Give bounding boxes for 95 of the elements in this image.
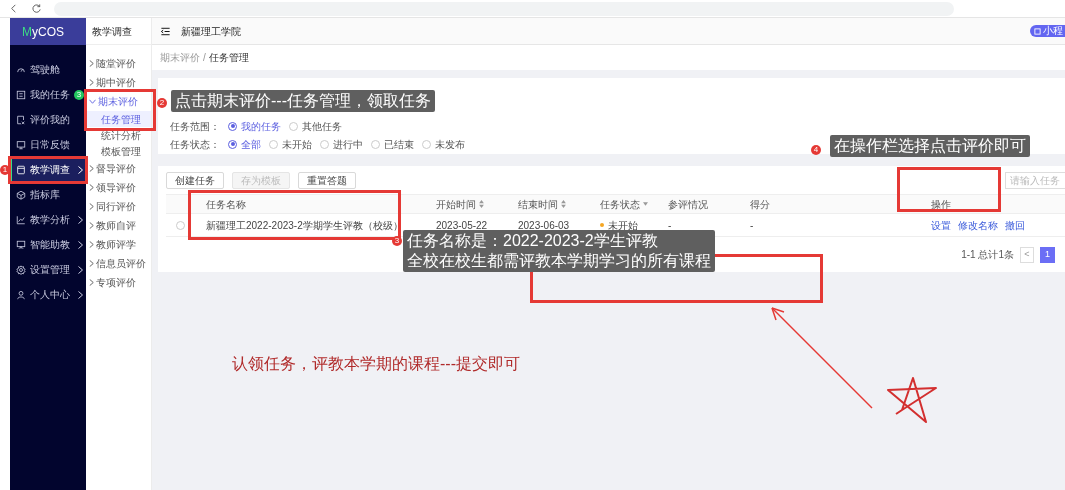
address-bar[interactable] <box>54 1 954 16</box>
list-icon <box>16 89 26 100</box>
pagination-summary: 1-1 总计1条 <box>961 248 1014 262</box>
table-cell-text: - <box>750 218 755 233</box>
radio-option[interactable]: 已结束 <box>371 136 414 152</box>
annotation-note: 认领任务，评教本学期的课程---提交即可 <box>232 354 520 374</box>
subnav-item[interactable]: 信息员评价 <box>86 254 151 273</box>
subnav-item[interactable]: 随堂评价 <box>86 54 151 73</box>
presentation-icon <box>16 239 26 250</box>
table-cell-text: 2023-05-22 <box>436 218 489 233</box>
step-number: 1 <box>0 165 10 175</box>
filter-label: 任务状态： <box>170 137 220 152</box>
nav-item[interactable]: 我的任务 3 <box>10 82 86 107</box>
section-title: 教学调查 <box>86 18 151 45</box>
nav-item[interactable]: 教学分析 <box>10 207 86 232</box>
sort-icon <box>561 200 566 208</box>
subnav-item[interactable]: 模板管理 <box>86 143 151 159</box>
school-name: 新疆理工学院 <box>181 24 241 39</box>
page-button[interactable]: 1 <box>1040 246 1055 263</box>
subnav-item[interactable]: 统计分析 <box>86 127 151 143</box>
toolbar-button[interactable]: 创建任务 <box>166 171 224 189</box>
subnav-item[interactable]: 期中评价 <box>86 73 151 92</box>
sort-icon <box>479 200 484 208</box>
nav-item[interactable]: 评价我的 <box>10 107 86 132</box>
radio-option[interactable]: 进行中 <box>320 136 363 152</box>
nav-item[interactable]: 指标库 <box>10 182 86 207</box>
chevron-right-icon <box>89 184 94 191</box>
search-field[interactable]: 请输入任务 <box>1005 171 1065 189</box>
toolbar-button[interactable]: 重置答题 <box>298 171 356 189</box>
chevron-right-icon <box>89 203 94 210</box>
column-header[interactable]: 结束时间 <box>518 196 558 212</box>
step-number: 3 <box>392 236 402 246</box>
nav-item[interactable]: 日常反馈 <box>10 132 86 157</box>
radio-option[interactable]: 全部 <box>228 136 261 152</box>
filter-label: 任务范围： <box>170 119 220 134</box>
column-header[interactable]: 任务状态 <box>600 196 640 212</box>
subnav-item[interactable]: 教师自评 <box>86 216 151 235</box>
column-header: 操作 <box>931 197 951 212</box>
subnav-item[interactable]: 同行评价 <box>86 197 151 216</box>
count-badge: 3 <box>74 89 84 100</box>
subnav-item[interactable]: 督导评价 <box>86 159 151 178</box>
column-header: 得分 <box>750 197 770 212</box>
reload-icon <box>31 3 42 14</box>
nav-item[interactable]: 个人中心 <box>10 282 86 307</box>
chevron-right-icon <box>89 165 94 172</box>
step-number: 2 <box>157 98 167 108</box>
notebook-icon <box>16 164 26 175</box>
radio-option[interactable]: 我的任务 <box>228 118 281 134</box>
chevron-right-icon <box>89 241 94 248</box>
caret-icon <box>643 202 648 206</box>
subnav-item[interactable]: 期末评价 <box>86 92 151 111</box>
breadcrumb-item: 任务管理 <box>208 51 249 65</box>
chevron-right-icon <box>89 60 94 67</box>
chevron-right-icon <box>89 79 94 86</box>
column-header[interactable]: 开始时间 <box>436 196 476 212</box>
gear-icon <box>16 264 26 275</box>
monitor-icon <box>16 139 26 150</box>
step-number: 4 <box>811 145 821 155</box>
table-cell-text: - <box>668 218 673 233</box>
document-icon <box>16 114 26 125</box>
person-icon <box>16 289 26 300</box>
column-header: 任务名称 <box>206 197 246 212</box>
subnav-item[interactable]: 教师评学 <box>86 235 151 254</box>
menu-icon <box>160 25 171 37</box>
mini-program-button[interactable]: 小程 <box>1030 25 1065 37</box>
radio-option[interactable]: 未发布 <box>422 136 465 152</box>
chevron-right-icon <box>89 260 94 267</box>
column-header: 参评情况 <box>668 197 708 212</box>
nav-item[interactable]: 驾驶舱 <box>10 57 86 82</box>
back-icon <box>8 3 19 14</box>
highlight-frame <box>84 89 156 131</box>
chevron-right-icon <box>89 222 94 229</box>
logo: MyCOS <box>10 18 86 45</box>
callout: 任务名称是：2022-2023-2学生评教 全校在校生都需评教本学期学习的所有课程 <box>403 230 715 272</box>
nav-item[interactable]: 设置管理 <box>10 257 86 282</box>
action-link[interactable]: 撤回 <box>1005 217 1025 233</box>
table-cell-text: 2023-06-03 <box>518 218 571 233</box>
status-text: 未开始 <box>608 218 638 232</box>
subnav-item[interactable]: 领导评价 <box>86 178 151 197</box>
cube-icon <box>16 189 26 200</box>
radio-option[interactable]: 未开始 <box>269 136 312 152</box>
subnav-item[interactable]: 专项评价 <box>86 273 151 292</box>
action-link[interactable]: 修改名称 <box>958 217 998 233</box>
radio-option[interactable]: 其他任务 <box>289 118 342 134</box>
table-cell-text: 新疆理工2022-2023-2学期学生评教（校级） <box>206 218 404 233</box>
subnav-item[interactable]: 任务管理 <box>86 111 151 127</box>
nav-item[interactable]: 智能助教 <box>10 232 86 257</box>
breadcrumb-separator: / <box>203 51 206 65</box>
chevron-right-icon <box>89 279 94 286</box>
star-drawing <box>887 377 937 423</box>
callout: 在操作栏选择点击评价即可 <box>830 135 1030 157</box>
chart-icon <box>16 214 26 225</box>
action-link[interactable]: 设置 <box>931 217 951 233</box>
chevron-down-icon <box>89 99 96 104</box>
callout: 点击期末评价---任务管理，领取任务 <box>171 90 435 112</box>
